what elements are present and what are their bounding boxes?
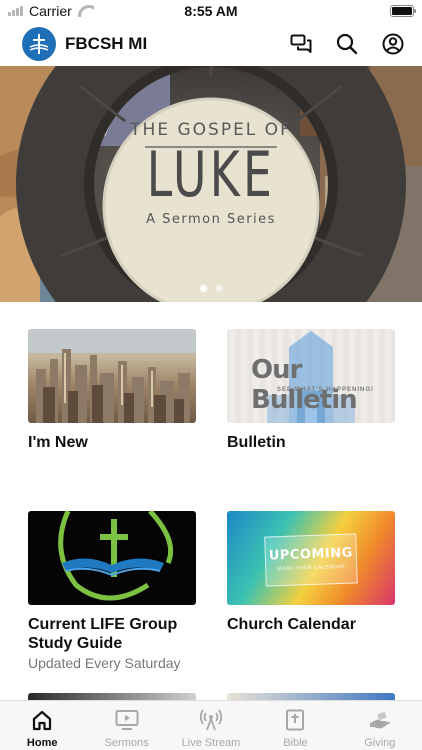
- calendar-image-subtitle: MARK YOUR CALENDAR: [277, 563, 346, 573]
- home-icon: [30, 709, 54, 731]
- app-title: FBCSH MI: [65, 34, 148, 53]
- tile-label: Bulletin: [227, 434, 286, 451]
- wifi-icon: [77, 5, 94, 17]
- hero-kicker: THE GOSPEL OF: [130, 120, 292, 140]
- status-bar: Carrier 8:55 AM: [0, 0, 422, 22]
- tab-label: Bible: [283, 737, 308, 749]
- tile-church-calendar[interactable]: UPCOMING MARK YOUR CALENDAR Church Calen…: [227, 511, 395, 634]
- carousel-dot-1[interactable]: [199, 285, 207, 292]
- hero-title: LUKE: [146, 138, 276, 211]
- bulletin-image-title: Our Bulletin: [251, 355, 358, 415]
- bible-icon: [283, 709, 307, 731]
- tab-label: Giving: [364, 737, 396, 749]
- tile-label: Church Calendar: [227, 616, 356, 633]
- tile-label: I'm New: [28, 434, 88, 451]
- bulletin-image-subtitle: SEE WHAT'S HAPPENING!: [277, 387, 374, 393]
- city-skyline-image: [28, 329, 196, 423]
- tab-label: Home: [26, 737, 58, 749]
- calendar-image-title: UPCOMING: [268, 545, 354, 564]
- church-logo[interactable]: [22, 27, 56, 61]
- carrier-label: Carrier: [29, 3, 72, 19]
- tab-label: Live Stream: [181, 737, 241, 749]
- tile-life-group[interactable]: Current LIFE Group Study Guide Updated E…: [28, 511, 196, 671]
- tile-subtitle: Updated Every Saturday: [28, 655, 181, 671]
- signal-icon: [8, 6, 23, 16]
- tv-play-icon: [115, 709, 139, 731]
- carousel-dots: [0, 285, 422, 292]
- calendar-image: UPCOMING MARK YOUR CALENDAR: [227, 511, 395, 605]
- carousel-dot-2[interactable]: [215, 285, 223, 292]
- broadcast-icon: [199, 709, 223, 731]
- tab-bar: Home Sermons Live Stream Bible Giving: [0, 700, 422, 750]
- bulletin-image: Our Bulletin SEE WHAT'S HAPPENING!: [227, 329, 395, 423]
- tile-label: Current LIFE Group Study Guide: [28, 616, 178, 652]
- search-icon[interactable]: [336, 33, 358, 55]
- tab-bible[interactable]: Bible: [253, 701, 337, 750]
- tile-bulletin[interactable]: Our Bulletin SEE WHAT'S HAPPENING! Bulle…: [227, 329, 395, 452]
- tab-label: Sermons: [104, 737, 149, 749]
- tab-home[interactable]: Home: [0, 701, 84, 750]
- status-left: Carrier: [8, 3, 94, 19]
- header-actions: [290, 33, 404, 55]
- battery-icon: [390, 5, 416, 17]
- calendar-card: UPCOMING MARK YOUR CALENDAR: [264, 533, 358, 587]
- tab-sermons[interactable]: Sermons: [84, 701, 168, 750]
- hero-subtitle: A Sermon Series: [146, 212, 276, 227]
- giving-hand-icon: [368, 709, 392, 731]
- profile-icon[interactable]: [382, 33, 404, 55]
- cross-logo-icon: [29, 34, 49, 54]
- tab-giving[interactable]: Giving: [338, 701, 422, 750]
- tile-im-new[interactable]: I'm New: [28, 329, 196, 452]
- app-header: FBCSH MI: [0, 26, 422, 62]
- life-group-image: [28, 511, 196, 605]
- hero-carousel[interactable]: THE GOSPEL OF LUKE A Sermon Series: [0, 66, 422, 302]
- hero-title-block: THE GOSPEL OF LUKE A Sermon Series: [104, 112, 318, 227]
- chat-icon[interactable]: [290, 33, 312, 55]
- tab-live-stream[interactable]: Live Stream: [169, 701, 253, 750]
